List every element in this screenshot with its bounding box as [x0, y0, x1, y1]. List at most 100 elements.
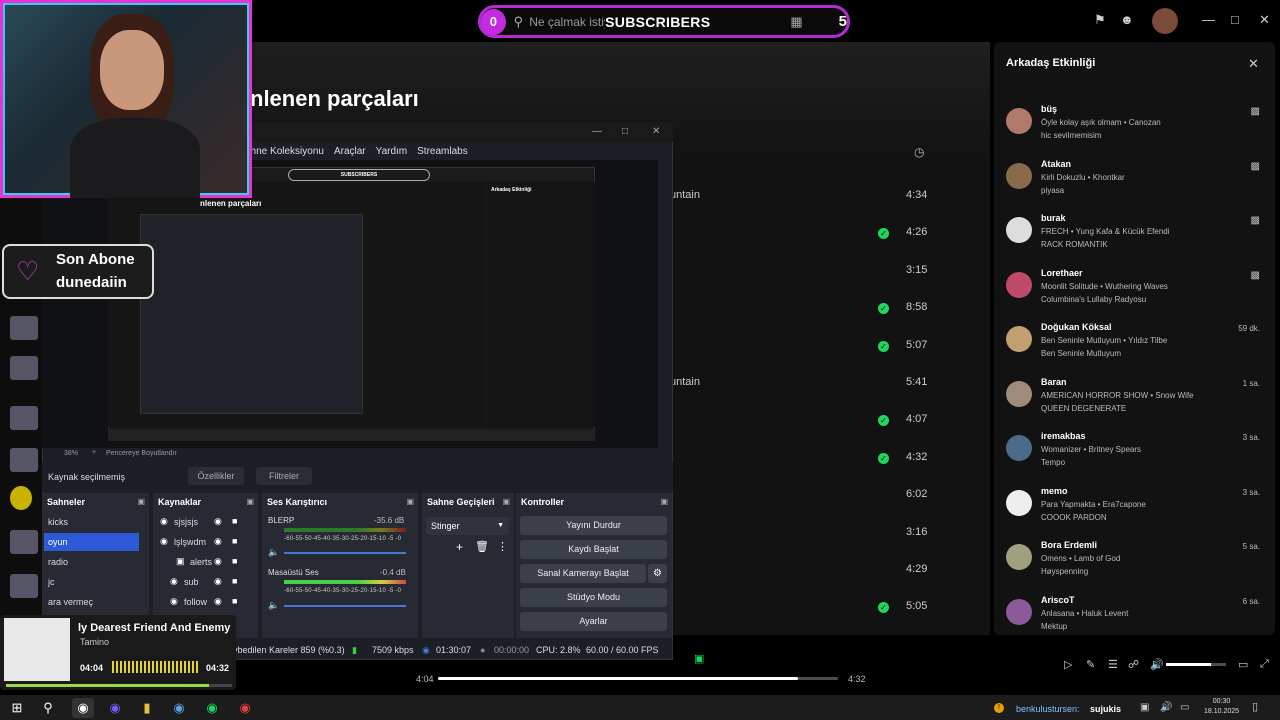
app-icon[interactable]: ◉ — [168, 698, 190, 718]
friend-name[interactable]: iremakbas — [1041, 431, 1086, 441]
spotify-icon[interactable]: ◉ — [201, 698, 223, 718]
zoom-in-icon[interactable]: + — [92, 449, 96, 456]
friend-playlist[interactable]: Tempo — [1041, 458, 1065, 467]
friend-song[interactable]: Moonlit Solitude • Wuthering Waves — [1041, 282, 1168, 291]
search-icon[interactable]: ⚲ — [37, 698, 59, 718]
stop-stream-button[interactable]: Yayını Durdur — [520, 516, 667, 535]
friend-playlist[interactable]: Mektup — [1041, 622, 1067, 631]
taskbar-clock[interactable]: 00:30 18.10.2025 — [1204, 697, 1239, 717]
start-recording-button[interactable]: Kaydı Başlat — [520, 540, 667, 559]
trash-icon[interactable]: 🗑 — [475, 540, 489, 553]
devices-icon[interactable]: ☍ — [1128, 658, 1139, 671]
dock-float-icon[interactable]: ▣ — [660, 497, 668, 506]
friend-song[interactable]: Womanizer • Britney Spears — [1041, 445, 1141, 454]
eye-icon[interactable]: ◉ — [214, 596, 222, 607]
dock-float-icon[interactable]: ▣ — [137, 497, 145, 506]
friend-playlist[interactable]: QUEEN DEGENERATE — [1041, 404, 1126, 413]
source-item[interactable]: sub — [184, 573, 212, 591]
minimize-icon[interactable]: — — [1202, 12, 1215, 27]
friend-avatar[interactable] — [1006, 435, 1032, 461]
avatar[interactable] — [1152, 8, 1178, 34]
friend-name[interactable]: Atakan — [1041, 159, 1071, 169]
speaker-icon[interactable]: 🔈 — [268, 547, 279, 558]
source-item[interactable]: follow — [184, 593, 212, 611]
settings-button[interactable]: Ayarlar — [520, 612, 667, 631]
friend-name[interactable]: burak — [1041, 213, 1066, 223]
friend-name[interactable]: AriscoT — [1041, 595, 1075, 605]
friend-item[interactable]: Lorethaer Moonlit Solitude • Wuthering Wa… — [1006, 268, 1266, 318]
gear-icon[interactable]: ⚙ — [648, 564, 667, 583]
friend-playlist[interactable]: Columbina's Lullaby Radyosu — [1041, 295, 1146, 304]
start-virtual-camera-button[interactable]: Sanal Kamerayı Başlat — [520, 564, 646, 583]
lyrics-icon[interactable]: ✎ — [1086, 658, 1095, 671]
friend-name[interactable]: memo — [1041, 486, 1068, 496]
network-icon[interactable]: ▣ — [1140, 702, 1149, 713]
source-item[interactable]: lşlşwdm — [174, 533, 212, 551]
friend-item[interactable]: burak FRECH • Yung Kafa & Kücük Efendi RAC… — [1006, 213, 1266, 263]
friend-item[interactable]: memo Para Yapmakta • Era7capone COOOK PARD… — [1006, 486, 1266, 536]
eye-icon[interactable]: ◉ — [214, 556, 222, 567]
source-item[interactable]: alerts — [190, 553, 212, 571]
lock-icon[interactable]: ■ — [232, 576, 237, 586]
friend-playlist[interactable]: COOOK PARDON — [1041, 513, 1107, 522]
friend-song[interactable]: Para Yapmakta • Era7capone — [1041, 500, 1146, 509]
friend-name[interactable]: Lorethaer — [1041, 268, 1083, 278]
lock-icon[interactable]: ■ — [232, 596, 237, 606]
battery-icon[interactable]: ▭ — [1180, 702, 1189, 713]
volume-icon[interactable]: 🔊 — [1150, 658, 1164, 671]
app-icon[interactable]: ◉ — [104, 698, 126, 718]
maximize-icon[interactable]: □ — [1231, 12, 1239, 27]
studio-mode-button[interactable]: Stüdyo Modu — [520, 588, 667, 607]
volume-icon[interactable]: 🔊 — [1160, 702, 1172, 713]
minimize-icon[interactable]: — — [592, 126, 602, 137]
friend-name[interactable]: Baran — [1041, 377, 1067, 387]
scene-item[interactable]: oyun — [44, 533, 139, 551]
transition-select[interactable]: Stinger ▼ — [426, 517, 509, 535]
friend-avatar[interactable] — [1006, 380, 1032, 407]
lock-icon[interactable]: ■ — [232, 536, 237, 546]
eye-icon[interactable]: ◉ — [214, 536, 222, 547]
volume-slider[interactable] — [284, 552, 406, 554]
friend-item[interactable]: büş Öyle kolay aşık olmam • Canozan hic se… — [1006, 104, 1266, 154]
friend-name[interactable]: Bora Erdemli — [1041, 540, 1097, 550]
filters-button[interactable]: Filtreler — [256, 467, 312, 485]
dock-float-icon[interactable]: ▣ — [502, 497, 510, 506]
miniplayer-icon[interactable]: ▭ — [1238, 658, 1248, 671]
bell-icon[interactable]: ⚑ — [1094, 12, 1106, 28]
friend-avatar[interactable] — [1006, 217, 1032, 243]
source-item[interactable]: sjsjsjs — [174, 513, 212, 531]
scene-item[interactable]: radio — [44, 553, 139, 571]
friend-item[interactable]: Bora Erdemli Omens • Lamb of God Høyspenni… — [1006, 540, 1266, 590]
friend-avatar[interactable] — [1006, 489, 1032, 516]
friend-avatar[interactable] — [1006, 271, 1032, 298]
saved-check-icon[interactable]: ✓ — [878, 340, 889, 352]
menu-streamlabs[interactable]: Streamlabs — [417, 146, 468, 157]
fullscreen-icon[interactable]: ⤢ — [1260, 658, 1269, 671]
friend-name[interactable]: Doğukan Köksal — [1041, 322, 1112, 332]
dock-float-icon[interactable]: ▣ — [246, 497, 254, 506]
friend-song[interactable]: Ben Seninle Mutluyum • Yıldız Tilbe — [1041, 336, 1167, 345]
friend-song[interactable]: Öyle kolay aşık olmam • Canozan — [1041, 118, 1161, 127]
track-title[interactable]: untain — [670, 376, 700, 388]
friend-song[interactable]: Kirli Dokuzlu • Khontkar — [1041, 173, 1125, 182]
friend-avatar[interactable] — [1006, 544, 1032, 570]
saved-check-icon[interactable]: ✓ — [878, 452, 889, 464]
scene-item[interactable]: jc — [44, 573, 139, 591]
dock-float-icon[interactable]: ▣ — [406, 497, 414, 506]
maximize-icon[interactable]: □ — [622, 126, 628, 137]
more-icon[interactable]: ⋮ — [497, 540, 508, 553]
friend-avatar[interactable] — [1006, 598, 1032, 625]
menu-tools[interactable]: Araçlar — [334, 146, 366, 157]
browse-icon[interactable]: ▦ — [790, 14, 802, 30]
notification-icon[interactable]: ▯ — [1252, 700, 1258, 713]
friend-item[interactable]: iremakbas Womanizer • Britney Spears Tempo… — [1006, 431, 1266, 481]
menu-help[interactable]: Yardım — [376, 146, 408, 157]
connect-device-icon[interactable]: ▣ — [694, 652, 704, 665]
folder-icon[interactable]: ▮ — [136, 698, 158, 718]
friend-avatar[interactable] — [1006, 326, 1032, 352]
windows-start-icon[interactable]: ⊞ — [6, 698, 28, 718]
properties-button[interactable]: Özellikler — [188, 467, 244, 485]
queue-icon[interactable]: ☰ — [1108, 658, 1118, 671]
scene-item[interactable]: kicks — [44, 513, 139, 531]
friend-item[interactable]: Atakan Kirli Dokuzlu • Khontkar piyasa ▩ — [1006, 159, 1266, 209]
